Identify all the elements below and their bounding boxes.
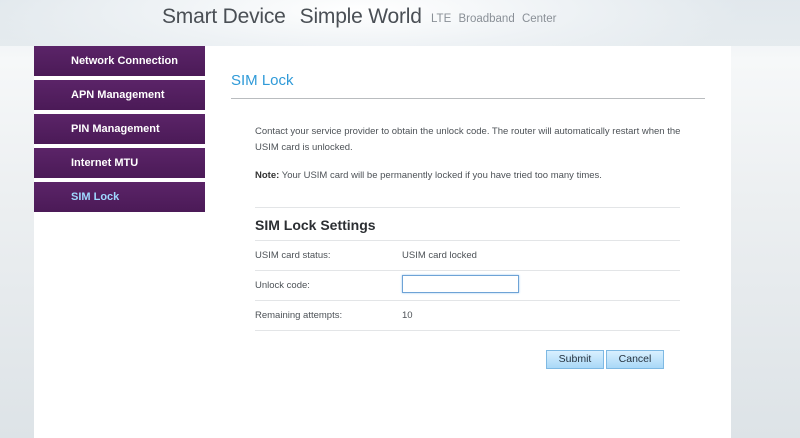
- brand-logo-text: Smart Device Simple World: [162, 5, 422, 29]
- note-body: Your USIM card will be permanently locke…: [279, 170, 602, 181]
- sidebar-item-pin-management[interactable]: PIN Management: [34, 114, 205, 144]
- unlock-code-input[interactable]: [402, 275, 519, 293]
- attempts-label: Remaining attempts:: [255, 310, 343, 321]
- note-label: Note:: [255, 170, 280, 181]
- submit-button[interactable]: Submit: [546, 350, 604, 369]
- status-label: USIM card status:: [255, 250, 331, 261]
- brand-part-1: Smart Device: [162, 5, 286, 28]
- attempts-row: Remaining attempts: 10: [255, 301, 680, 331]
- unlock-code-label: Unlock code:: [255, 280, 310, 291]
- status-row: USIM card status: USIM card locked: [255, 241, 680, 271]
- sidebar-item-sim-lock[interactable]: SIM Lock: [34, 182, 205, 212]
- note-text: Note: Your USIM card will be permanently…: [255, 170, 695, 181]
- main-content: SIM Lock Contact your service provider t…: [205, 46, 731, 438]
- cancel-button[interactable]: Cancel: [606, 350, 664, 369]
- section-divider: [255, 207, 680, 208]
- product-subtitle: LTE Broadband Center: [431, 13, 560, 25]
- attempts-value: 10: [402, 310, 413, 321]
- row-divider: [255, 330, 680, 331]
- sidebar-item-apn-management[interactable]: APN Management: [34, 80, 205, 110]
- brand-part-2: Simple World: [299, 5, 422, 28]
- page-title: SIM Lock: [231, 72, 294, 89]
- header: Smart Device Simple World LTE Broadband C…: [0, 0, 800, 46]
- subtitle-word-2: Broadband: [458, 13, 515, 25]
- unlock-code-row: Unlock code:: [255, 271, 680, 301]
- sidebar-item-network-connection[interactable]: Network Connection: [34, 46, 205, 76]
- description-text: Contact your service provider to obtain …: [255, 126, 681, 153]
- subtitle-word-1: LTE: [431, 13, 452, 25]
- status-value: USIM card locked: [402, 250, 477, 261]
- title-divider: [231, 98, 705, 99]
- settings-title: SIM Lock Settings: [255, 217, 376, 233]
- sidebar-item-internet-mtu[interactable]: Internet MTU: [34, 148, 205, 178]
- subtitle-word-3: Center: [521, 13, 557, 25]
- sidebar: Network Connection APN Management PIN Ma…: [34, 46, 206, 438]
